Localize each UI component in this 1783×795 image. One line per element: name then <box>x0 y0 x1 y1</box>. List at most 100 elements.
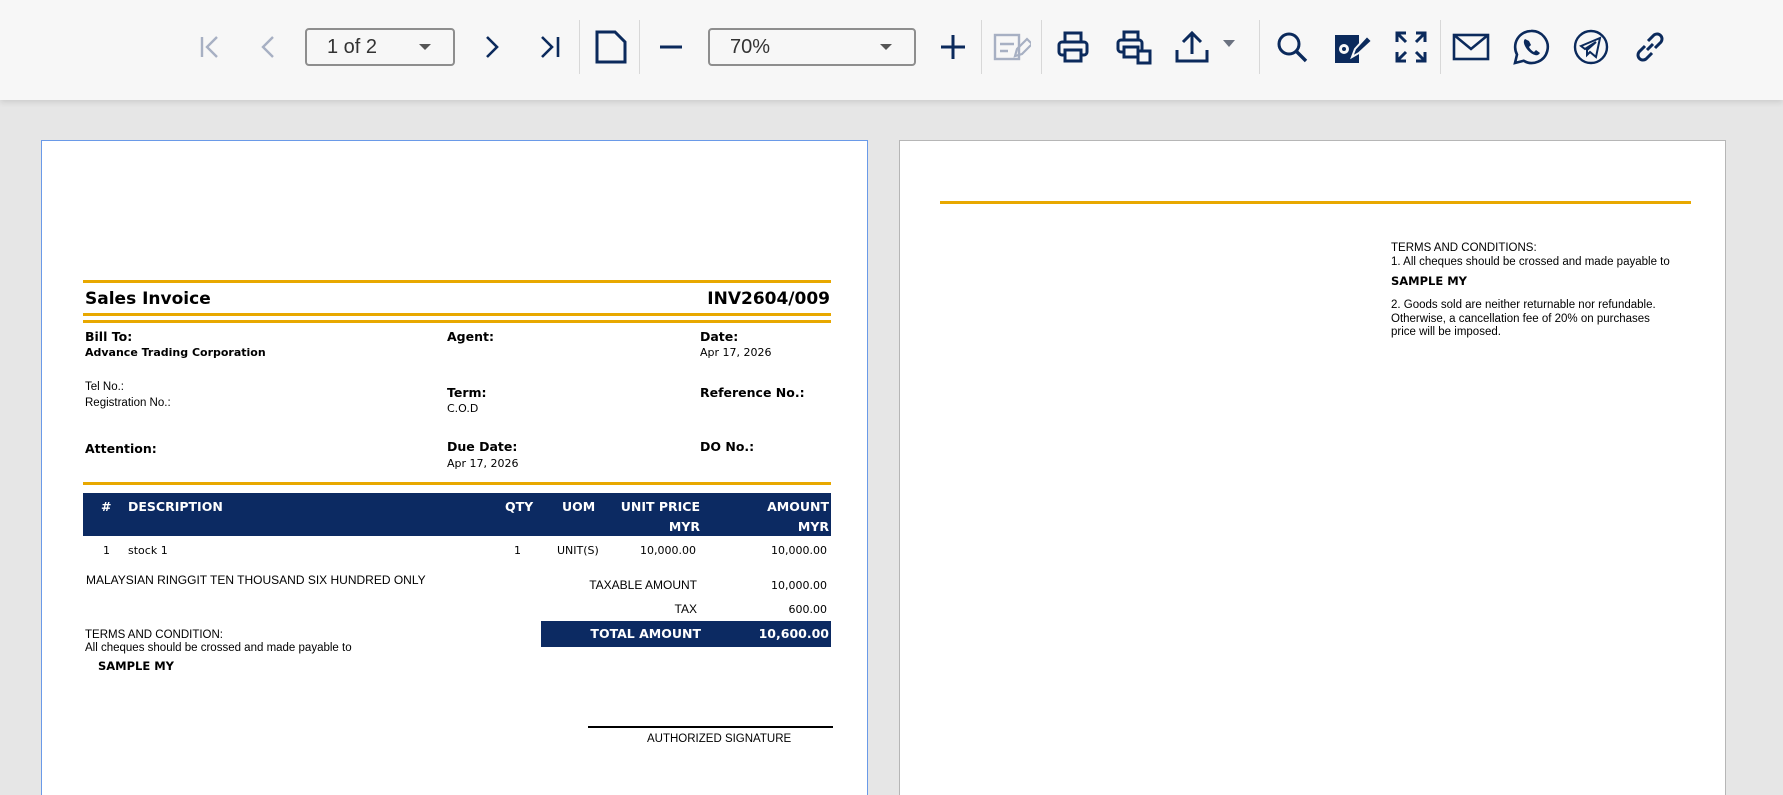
term-label: Term: <box>447 385 487 400</box>
edit-form-icon <box>993 33 1031 61</box>
terms-payee: SAMPLE MY <box>98 659 175 673</box>
telegram-button[interactable] <box>1572 28 1610 66</box>
toolbar-divider <box>579 20 580 74</box>
col-unit-price: UNIT PRICE <box>620 499 700 514</box>
print-options-icon <box>1116 30 1152 65</box>
export-button[interactable] <box>1172 28 1212 66</box>
items-table-header: # DESCRIPTION QTY UOM UNIT PRICE MYR AMO… <box>83 493 831 536</box>
invoice-title: Sales Invoice <box>85 289 211 309</box>
first-page-button[interactable] <box>193 30 227 64</box>
authorized-signature-label: AUTHORIZED SIGNATURE <box>647 733 792 745</box>
row-description: stock 1 <box>128 544 168 557</box>
date-label: Date: <box>700 329 739 344</box>
taxable-amount-label: TAXABLE AMOUNT <box>589 578 697 592</box>
row-unit-price: 10,000.00 <box>640 544 696 557</box>
col-unit-price-currency: MYR <box>668 519 700 534</box>
last-page-button[interactable] <box>533 30 567 64</box>
chevron-down-icon <box>1223 40 1235 47</box>
link-icon <box>1636 32 1664 62</box>
zoom-out-button[interactable] <box>654 30 688 64</box>
document-page-2[interactable]: TERMS AND CONDITIONS: 1. All cheques sho… <box>899 140 1726 795</box>
chevron-down-icon <box>880 44 892 50</box>
page-number-select[interactable]: 1 of 2 <box>305 28 455 66</box>
viewer-toolbar: 1 of 2 70% <box>0 0 1783 100</box>
terms-title: TERMS AND CONDITION: <box>85 629 224 641</box>
next-page-icon <box>486 36 499 58</box>
toolbar-divider <box>1259 20 1260 74</box>
col-amount-currency: MYR <box>797 519 829 534</box>
fullscreen-icon <box>1395 31 1427 63</box>
whatsapp-icon <box>1513 29 1550 65</box>
sign-document-button[interactable] <box>1331 26 1373 68</box>
col-qty: QTY <box>505 499 534 514</box>
email-button[interactable] <box>1451 29 1491 65</box>
date-value: Apr 17, 2026 <box>700 346 772 359</box>
term-value: C.O.D <box>447 402 479 415</box>
toolbar-divider <box>1440 20 1441 74</box>
total-amount-bar: TOTAL AMOUNT 10,600.00 <box>541 621 831 647</box>
page-number-value: 1 of 2 <box>327 35 378 58</box>
copy-link-button[interactable] <box>1631 28 1669 66</box>
previous-page-icon <box>261 36 274 58</box>
registration-label: Registration No.: <box>85 397 171 409</box>
page2-header-rule <box>940 201 1691 204</box>
search-icon <box>1277 32 1308 63</box>
row-qty: 1 <box>514 544 521 557</box>
header-rule-top <box>83 280 831 283</box>
due-date-label: Due Date: <box>447 439 518 454</box>
bill-to-label: Bill To: <box>85 329 133 344</box>
document-page-1[interactable]: Sales Invoice INV2604/009 Bill To: Advan… <box>41 140 868 795</box>
page2-payee: SAMPLE MY <box>1391 274 1468 288</box>
due-date-value: Apr 17, 2026 <box>447 457 519 470</box>
search-button[interactable] <box>1273 28 1311 66</box>
attention-label: Attention: <box>85 441 157 456</box>
page2-terms-title: TERMS AND CONDITIONS: <box>1391 242 1537 254</box>
do-number-label: DO No.: <box>700 439 755 454</box>
tax-label: TAX <box>674 602 697 616</box>
zoom-level-value: 70% <box>730 35 771 58</box>
page2-term-2-line-1: 2. Goods sold are neither returnable nor… <box>1391 299 1656 311</box>
edit-form-button[interactable] <box>992 28 1032 66</box>
tel-label: Tel No.: <box>85 381 124 393</box>
last-page-icon <box>541 36 560 58</box>
col-amount: AMOUNT <box>767 499 829 514</box>
reference-label: Reference No.: <box>700 385 805 400</box>
email-icon <box>1452 33 1490 61</box>
next-page-button[interactable] <box>474 30 508 64</box>
export-icon <box>1175 30 1209 63</box>
zoom-out-icon <box>660 45 682 49</box>
amount-in-words: MALAYSIAN RINGGIT TEN THOUSAND SIX HUNDR… <box>86 573 426 587</box>
export-dropdown-button[interactable] <box>1220 36 1238 50</box>
whatsapp-button[interactable] <box>1511 27 1551 67</box>
page2-term-2-line-3: price will be imposed. <box>1391 326 1501 338</box>
previous-page-button[interactable] <box>252 30 286 64</box>
page-layout-button[interactable] <box>592 27 630 67</box>
print-options-button[interactable] <box>1113 28 1155 68</box>
toolbar-divider <box>639 20 640 74</box>
zoom-in-button[interactable] <box>936 30 970 64</box>
tax-value: 600.00 <box>788 603 828 616</box>
row-amount: 10,000.00 <box>771 544 827 557</box>
col-description: DESCRIPTION <box>128 499 223 514</box>
signature-line <box>588 726 833 728</box>
fullscreen-button[interactable] <box>1392 28 1430 66</box>
page2-term-2-line-2: Otherwise, a cancellation fee of 20% on … <box>1391 313 1650 325</box>
toolbar-divider <box>1041 20 1042 74</box>
chevron-down-icon <box>419 44 431 50</box>
first-page-icon <box>200 36 218 58</box>
header-rule-mid <box>83 313 831 316</box>
details-rule <box>83 482 831 485</box>
page2-term-1: 1. All cheques should be crossed and mad… <box>1391 256 1670 268</box>
total-amount-label: TOTAL AMOUNT <box>590 626 701 641</box>
toolbar-divider <box>981 20 982 74</box>
sign-document-icon <box>1335 34 1372 63</box>
terms-line: All cheques should be crossed and made p… <box>85 642 352 654</box>
zoom-level-select[interactable]: 70% <box>708 28 916 66</box>
row-number: 1 <box>103 544 110 557</box>
bill-to-value: Advance Trading Corporation <box>85 346 266 359</box>
invoice-number: INV2604/009 <box>707 289 830 309</box>
col-number: # <box>101 499 112 514</box>
print-button[interactable] <box>1054 28 1092 66</box>
zoom-in-icon <box>941 35 965 59</box>
print-icon <box>1057 31 1089 63</box>
